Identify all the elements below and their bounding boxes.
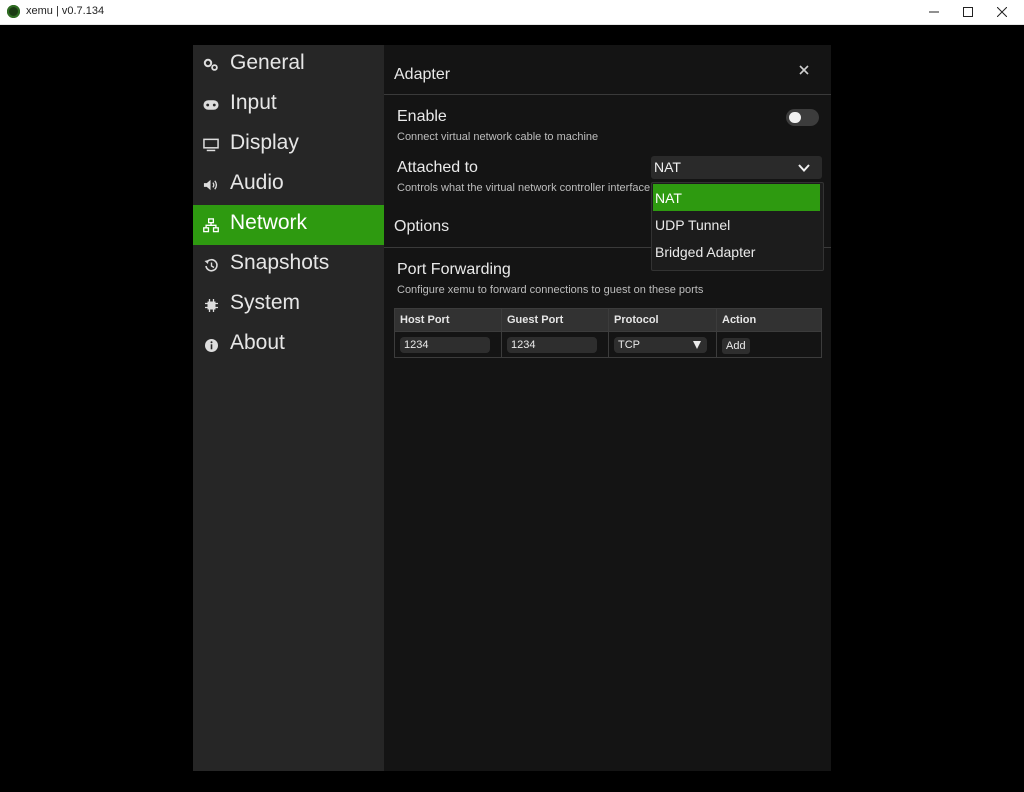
triangle-down-icon [693, 340, 701, 349]
enable-label: Enable [397, 108, 447, 125]
minimize-button[interactable] [917, 0, 951, 24]
history-icon [203, 257, 219, 273]
option-label: UDP Tunnel [655, 217, 731, 233]
section-title-options: Options [394, 218, 450, 235]
port-forwarding-table: Host Port Guest Port Protocol Action 123… [394, 308, 822, 358]
sidebar-item-audio[interactable]: Audio [193, 165, 384, 205]
port-forwarding-label: Port Forwarding [397, 261, 511, 278]
sidebar-item-system[interactable]: System [193, 285, 384, 325]
toggle-knob [789, 112, 801, 123]
dropdown-option-udp-tunnel[interactable]: UDP Tunnel [653, 211, 820, 238]
gears-icon [203, 57, 219, 73]
sidebar-item-label: About [230, 331, 285, 354]
guest-port-cell: 1234 [501, 331, 609, 358]
sidebar-item-about[interactable]: About [193, 325, 384, 365]
column-header-action: Action [716, 308, 822, 332]
section-title-adapter: Adapter [394, 66, 451, 83]
window-titlebar: xemu | v0.7.134 [0, 0, 1024, 25]
close-icon [799, 65, 809, 75]
settings-window: General Input Display Audio Network Snap… [193, 45, 831, 771]
sidebar-item-label: Network [230, 211, 308, 234]
sidebar-item-label: Display [230, 131, 299, 154]
section-divider [384, 94, 831, 95]
host-port-input[interactable]: 1234 [400, 336, 490, 353]
attached-to-value: NAT [654, 159, 681, 175]
sidebar-item-display[interactable]: Display [193, 125, 384, 165]
dropdown-option-nat[interactable]: NAT [653, 184, 820, 211]
attached-to-select[interactable]: NAT [651, 156, 822, 179]
protocol-cell: TCP [608, 331, 717, 358]
action-cell: Add [716, 331, 822, 358]
sidebar-item-label: Input [230, 91, 277, 114]
protocol-select[interactable]: TCP [614, 336, 707, 353]
enable-description: Connect virtual network cable to machine [397, 131, 599, 143]
port-forwarding-description: Configure xemu to forward connections to… [397, 284, 704, 296]
column-header-host-port: Host Port [394, 308, 502, 332]
option-label: NAT [655, 190, 682, 206]
maximize-button[interactable] [951, 0, 985, 24]
window-title: xemu | v0.7.134 [26, 5, 105, 17]
add-port-forward-button[interactable]: Add [722, 337, 750, 354]
sidebar-item-input[interactable]: Input [193, 85, 384, 125]
chevron-down-icon [798, 164, 810, 172]
table-header-row: Host Port Guest Port Protocol Action [394, 308, 822, 332]
speaker-icon [203, 177, 219, 193]
settings-sidebar: General Input Display Audio Network Snap… [193, 45, 384, 771]
sidebar-item-label: General [230, 51, 305, 74]
sidebar-item-network[interactable]: Network [193, 205, 384, 245]
sidebar-item-general[interactable]: General [193, 45, 384, 85]
gamepad-icon [203, 97, 219, 113]
dropdown-option-bridged-adapter[interactable]: Bridged Adapter [653, 238, 820, 265]
sidebar-item-label: Snapshots [230, 251, 330, 274]
close-settings-button[interactable] [795, 61, 813, 79]
column-header-guest-port: Guest Port [501, 308, 609, 332]
monitor-icon [203, 137, 219, 153]
network-icon [203, 217, 219, 233]
network-settings-panel: Adapter Enable Connect virtual network c… [384, 45, 831, 771]
sidebar-item-label: System [230, 291, 301, 314]
column-header-protocol: Protocol [608, 308, 717, 332]
option-label: Bridged Adapter [655, 244, 756, 260]
attached-to-label: Attached to [397, 159, 478, 176]
attached-to-dropdown: NAT UDP Tunnel Bridged Adapter [651, 182, 824, 271]
maximize-icon [963, 7, 973, 17]
close-icon [997, 7, 1007, 17]
table-row: 1234 1234 TCP Add [394, 331, 822, 358]
guest-port-input[interactable]: 1234 [507, 336, 597, 353]
xemu-logo-icon [7, 5, 20, 18]
info-icon [203, 337, 219, 353]
attached-to-description: Controls what the virtual network contro… [397, 182, 651, 194]
chip-icon [203, 297, 219, 313]
window-close-button[interactable] [985, 0, 1019, 24]
sidebar-item-label: Audio [230, 171, 284, 194]
window-client-area: General Input Display Audio Network Snap… [0, 25, 1024, 792]
minimize-icon [929, 11, 939, 13]
sidebar-item-snapshots[interactable]: Snapshots [193, 245, 384, 285]
host-port-cell: 1234 [394, 331, 502, 358]
protocol-value: TCP [618, 338, 640, 351]
enable-toggle[interactable] [786, 109, 819, 126]
